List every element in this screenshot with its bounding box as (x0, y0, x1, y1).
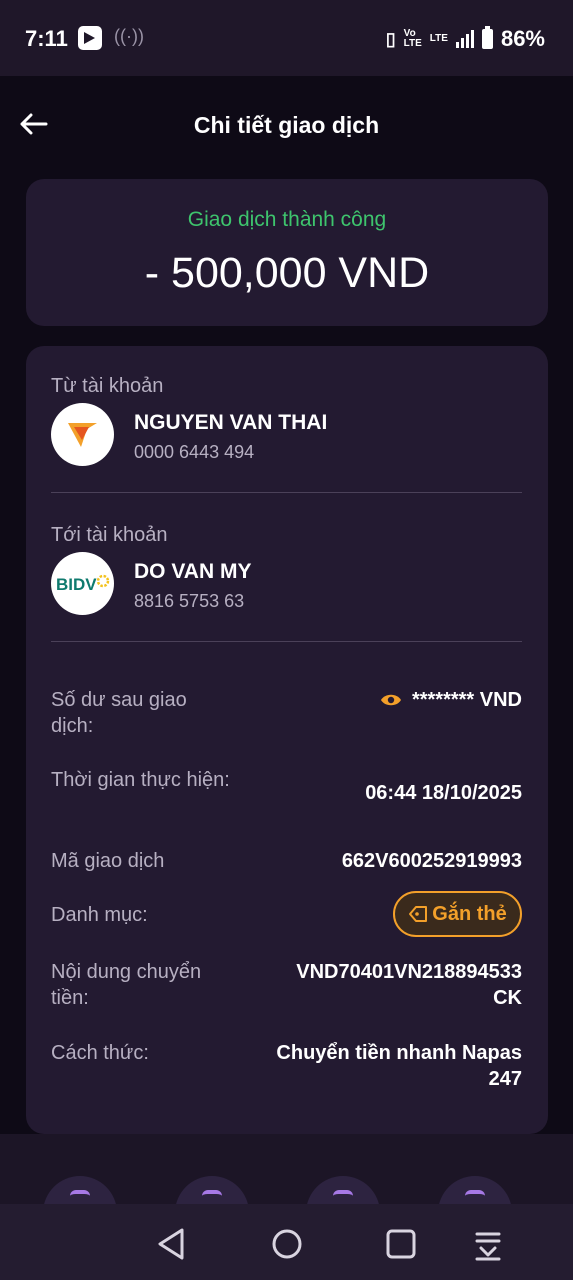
status-bar: 7:11 ((·)) ▯ Vo LTE LTE 86% (0, 0, 573, 76)
time-value: 06:44 18/10/2025 (365, 782, 522, 804)
transaction-summary-card: Giao dịch thành công - 500,000 VND (26, 179, 548, 326)
signal-icon (455, 30, 474, 48)
sender-bank-logo-icon (68, 423, 97, 447)
download-menu-icon (475, 1232, 501, 1261)
nav-back-button[interactable] (152, 1224, 192, 1264)
transaction-status: Giao dịch thành công (187, 208, 387, 231)
media-app-icon (78, 26, 102, 50)
transfer-content-label: Nội dung chuyển tiền: (51, 961, 202, 1009)
divider (51, 641, 522, 642)
transfer-content-value: VND70401VN218894533 CK (296, 961, 522, 1009)
vibrate-icon: ▯ (385, 28, 396, 49)
nav-home-button[interactable] (267, 1224, 307, 1264)
page-title: Chi tiết giao dịch (193, 112, 380, 138)
receiver-bank-logo: BIDV (51, 552, 114, 615)
balance-value-row: ******** VND (380, 687, 522, 713)
transaction-code-label: Mã giao dịch (51, 850, 165, 872)
system-navigation-bar (0, 1204, 573, 1280)
tag-icon (409, 906, 428, 922)
method-value: Chuyển tiền nhanh Napas 247 (276, 1042, 522, 1090)
add-tag-label: Gắn thẻ (432, 902, 507, 925)
lte-icon: LTE (429, 33, 448, 44)
method-label: Cách thức: (51, 1042, 149, 1064)
nav-menu-button[interactable] (468, 1224, 508, 1264)
transaction-details-card: Từ tài khoản NGUYEN VAN THAI 0000 6443 4… (26, 346, 548, 1134)
from-account-label: Từ tài khoản (51, 375, 164, 397)
divider (51, 492, 522, 493)
add-tag-button[interactable]: Gắn thẻ (393, 891, 522, 937)
volte-icon: Vo LTE (403, 28, 422, 49)
bidv-logo-icon: BIDV (56, 574, 110, 594)
sender-bank-logo (51, 403, 114, 466)
sender-account-number: 0000 6443 494 (134, 442, 255, 462)
sender-name: NGUYEN VAN THAI (134, 411, 328, 434)
action-button[interactable] (175, 1176, 249, 1204)
battery-icon (481, 26, 493, 49)
action-button[interactable] (43, 1176, 117, 1204)
hotspot-icon: ((·)) (114, 26, 144, 46)
triangle-back-icon (158, 1228, 184, 1260)
receiver-account-number: 8816 5753 63 (134, 591, 245, 611)
bottom-action-bar (0, 1134, 573, 1204)
transaction-code-value: 662V600252919993 (341, 850, 522, 872)
circle-home-icon (272, 1229, 302, 1259)
balance-value: ******** VND (411, 689, 522, 711)
balance-label: Số dư sau giao dịch: (51, 689, 187, 737)
to-account-label: Tới tài khoản (51, 524, 168, 546)
nav-recents-button[interactable] (381, 1224, 421, 1264)
eye-icon[interactable] (380, 692, 402, 708)
transaction-amount: - 500,000 VND (144, 249, 430, 297)
time-label: Thời gian thực hiện: (51, 769, 230, 791)
category-label: Danh mục: (51, 904, 148, 926)
action-button[interactable] (306, 1176, 380, 1204)
svg-text:BIDV: BIDV (56, 575, 97, 594)
status-time: 7:11 (25, 26, 68, 51)
square-recents-icon (386, 1229, 416, 1259)
receiver-name: DO VAN MY (134, 560, 252, 583)
action-button[interactable] (438, 1176, 512, 1204)
header: Chi tiết giao dịch (0, 76, 573, 176)
battery-percent: 86% (500, 26, 545, 51)
